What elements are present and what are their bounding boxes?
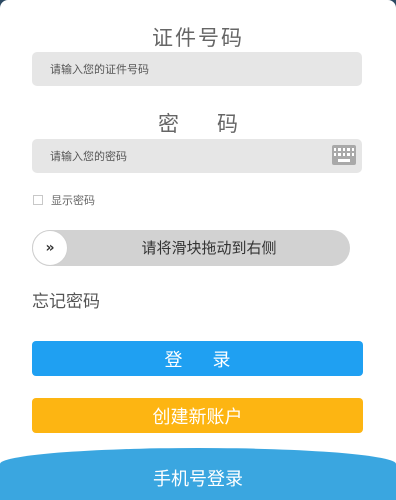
password-heading: 密码 xyxy=(158,112,276,136)
forgot-password-link[interactable]: 忘记密码 xyxy=(32,287,100,312)
login-card: 证件号码 请输入您的证件号码 密码 请输入您的密码 显示密码 » 请将滑块拖动到… xyxy=(0,0,396,500)
id-number-heading: 证件号码 xyxy=(152,26,244,50)
show-password-checkbox[interactable] xyxy=(33,195,43,205)
id-number-placeholder: 请输入您的证件号码 xyxy=(50,63,149,76)
show-password-toggle[interactable]: 显示密码 xyxy=(33,192,95,208)
keyboard-icon[interactable] xyxy=(332,145,356,165)
show-password-label: 显示密码 xyxy=(51,194,95,207)
login-button[interactable]: 登录 xyxy=(32,341,363,376)
slide-verification-track: » 请将滑块拖动到右侧 xyxy=(32,230,350,266)
id-number-field[interactable]: 请输入您的证件号码 xyxy=(32,52,362,86)
password-placeholder: 请输入您的密码 xyxy=(50,150,127,163)
slider-instruction: 请将滑块拖动到右侧 xyxy=(141,239,277,257)
slider-handle[interactable]: » xyxy=(32,230,68,266)
create-account-button[interactable]: 创建新账户 xyxy=(32,398,363,433)
password-field[interactable]: 请输入您的密码 xyxy=(32,139,362,173)
phone-login-button[interactable]: 手机号登录 xyxy=(0,448,396,500)
